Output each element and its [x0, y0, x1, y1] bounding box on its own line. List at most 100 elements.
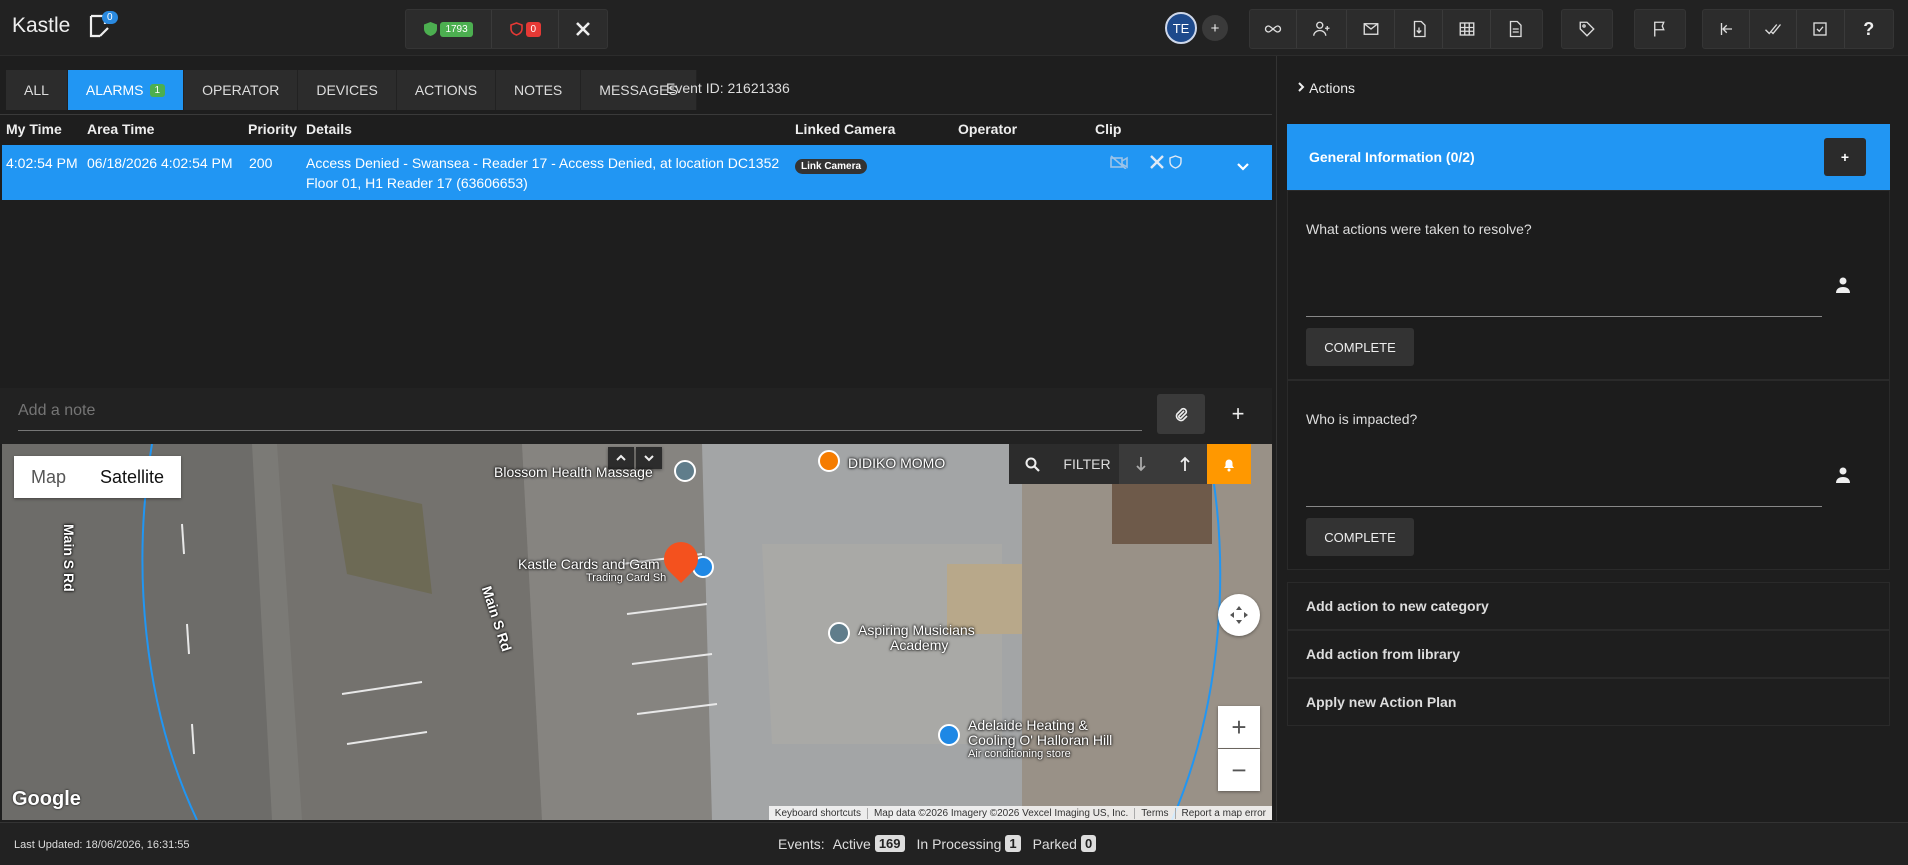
add-action-button[interactable]: +	[1824, 138, 1866, 176]
map-data-text: Map data ©2026 Imagery ©2026 Vexcel Imag…	[866, 807, 1134, 819]
map-type-map[interactable]: Map	[14, 456, 83, 498]
answer-field[interactable]	[1306, 316, 1822, 317]
terms-link[interactable]: Terms	[1134, 807, 1174, 819]
col-my-time[interactable]: My Time	[6, 121, 62, 137]
person-add-icon	[1312, 21, 1329, 36]
add-user-circle-button[interactable]: +	[1202, 15, 1228, 41]
col-area-time[interactable]: Area Time	[87, 121, 154, 137]
alarm-bell-button[interactable]	[1207, 444, 1251, 484]
flag-button[interactable]	[1635, 10, 1685, 48]
search-icon	[1025, 457, 1040, 472]
col-operator[interactable]: Operator	[958, 121, 1017, 137]
alert-count-button[interactable]: 0	[492, 10, 560, 48]
report-error-link[interactable]: Report a map error	[1174, 807, 1272, 819]
zoom-in-button[interactable]: +	[1218, 706, 1260, 748]
note-input[interactable]	[18, 402, 1142, 420]
tools-icon[interactable]	[1150, 155, 1164, 172]
tab-operator[interactable]: OPERATOR	[184, 70, 299, 110]
ok-count: 1793	[440, 21, 473, 37]
add-action-new-category-link[interactable]: Add action to new category	[1287, 582, 1890, 630]
tab-alarms[interactable]: ALARMS 1	[67, 70, 185, 110]
apply-action-plan-link[interactable]: Apply new Action Plan	[1287, 678, 1890, 726]
general-information-header[interactable]: General Information (0/2) +	[1287, 124, 1890, 190]
alert-count: 0	[525, 21, 542, 37]
tools-button[interactable]	[559, 10, 607, 48]
table-row[interactable]: 4:02:54 PM 06/18/2026 4:02:54 PM 200 Acc…	[2, 145, 1272, 200]
actions-toggle[interactable]: Actions	[1296, 80, 1355, 96]
tools-icon	[576, 22, 591, 36]
place-aspiring-1[interactable]: Aspiring Musicians	[858, 622, 975, 638]
col-clip[interactable]: Clip	[1095, 121, 1121, 137]
divider	[0, 114, 1272, 115]
link-camera-button[interactable]: Link Camera	[795, 159, 868, 174]
answer-field[interactable]	[1306, 506, 1822, 507]
person-icon[interactable]	[1836, 277, 1850, 298]
tag-icon	[1579, 21, 1595, 37]
question-text: What actions were taken to resolve?	[1306, 221, 1532, 237]
note-bar: +	[0, 388, 1272, 444]
status-group: 1793 0	[405, 9, 608, 49]
note-underline	[18, 430, 1142, 431]
place-marker-icon[interactable]	[674, 460, 696, 482]
complete-button[interactable]: COMPLETE	[1306, 518, 1414, 556]
email-button[interactable]	[1347, 10, 1395, 48]
export-file-button[interactable]	[1395, 10, 1443, 48]
map-type-satellite[interactable]: Satellite	[83, 456, 181, 498]
sort-up-button[interactable]	[1163, 444, 1207, 484]
col-details[interactable]: Details	[306, 121, 352, 137]
map-pan-control-icon[interactable]	[1218, 594, 1260, 636]
place-didiko[interactable]: DIDIKO MOMO	[848, 455, 945, 471]
table-icon	[1459, 22, 1474, 36]
store-marker-icon[interactable]	[938, 724, 960, 746]
grid-button[interactable]	[1443, 10, 1491, 48]
attach-button[interactable]	[1157, 394, 1205, 434]
infinity-icon	[1264, 25, 1282, 33]
tab-actions[interactable]: ACTIONS	[397, 70, 497, 110]
question-card: Who is impacted? COMPLETE	[1287, 380, 1890, 570]
infinity-button[interactable]	[1250, 10, 1297, 48]
double-check-button[interactable]	[1750, 10, 1798, 48]
notes-icon[interactable]: 0	[88, 11, 118, 41]
tab-notes[interactable]: NOTES	[496, 70, 582, 110]
avatar[interactable]: TE	[1165, 12, 1197, 44]
video-off-icon[interactable]	[1110, 155, 1128, 172]
map-filter-button[interactable]: FILTER	[1055, 444, 1119, 484]
bell-icon	[1224, 459, 1234, 472]
map-search-button[interactable]	[1009, 444, 1055, 484]
keyboard-shortcuts-link[interactable]: Keyboard shortcuts	[769, 808, 867, 819]
map-view[interactable]: Map Satellite FILTER Blossom Health Mass…	[2, 444, 1272, 820]
tag-button[interactable]	[1562, 10, 1612, 48]
add-action-library-link[interactable]: Add action from library	[1287, 630, 1890, 678]
map-toolbar: FILTER	[1009, 444, 1251, 484]
add-note-button[interactable]: +	[1214, 394, 1262, 434]
person-icon[interactable]	[1836, 467, 1850, 488]
place-adelaide-1[interactable]: Adelaide Heating &	[968, 717, 1088, 733]
return-button[interactable]	[1703, 10, 1750, 48]
row-details: Access Denied - Swansea - Reader 17 - Ac…	[306, 155, 780, 191]
place-adelaide-2[interactable]: Cooling O' Halloran Hill	[968, 732, 1112, 748]
ok-count-button[interactable]: 1793	[406, 10, 493, 48]
row-priority: 200	[249, 155, 273, 171]
notification-badge: 0	[102, 11, 118, 24]
restaurant-marker-icon[interactable]	[818, 450, 840, 472]
tab-all[interactable]: ALL	[6, 70, 68, 110]
help-button[interactable]: ?	[1845, 10, 1893, 48]
place-kastle[interactable]: Kastle Cards and Gam	[518, 556, 660, 572]
complete-button[interactable]: COMPLETE	[1306, 328, 1414, 366]
col-priority[interactable]: Priority	[248, 121, 297, 137]
zoom-out-button[interactable]: −	[1218, 749, 1260, 791]
chevron-down-icon[interactable]	[1236, 159, 1250, 175]
col-linked-camera[interactable]: Linked Camera	[795, 121, 895, 137]
shield-icon[interactable]	[1169, 155, 1182, 172]
app-title: Kastle	[12, 14, 71, 37]
return-icon	[1720, 23, 1732, 35]
checkbox-button[interactable]	[1797, 10, 1845, 48]
place-marker-icon[interactable]	[828, 622, 850, 644]
tab-devices[interactable]: DEVICES	[298, 70, 397, 110]
place-blossom[interactable]: Blossom Health Massage	[494, 464, 653, 480]
document-button[interactable]	[1491, 10, 1539, 48]
paperclip-icon	[1175, 407, 1188, 422]
place-aspiring-2[interactable]: Academy	[890, 637, 948, 653]
sort-down-button[interactable]	[1119, 444, 1163, 484]
add-person-button[interactable]	[1297, 10, 1347, 48]
